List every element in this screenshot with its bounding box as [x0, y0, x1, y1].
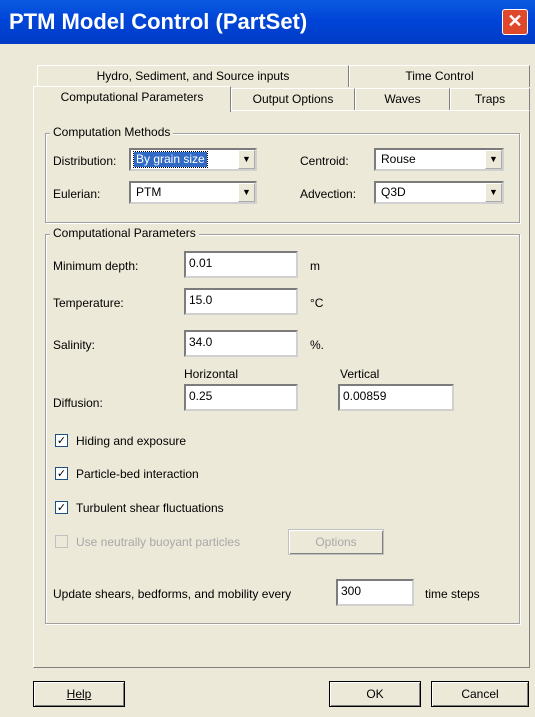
tab-output-options[interactable]: Output Options — [231, 88, 355, 110]
tab-time-control[interactable]: Time Control — [349, 65, 530, 87]
eulerian-select[interactable]: PTM ▼ — [129, 181, 257, 204]
centroid-select[interactable]: Rouse ▼ — [374, 148, 504, 171]
diffusion-label: Diffusion: — [53, 396, 103, 410]
chevron-down-icon[interactable]: ▼ — [238, 183, 255, 202]
tab-computational-parameters[interactable]: Computational Parameters — [33, 86, 231, 112]
eulerian-value: PTM — [136, 185, 162, 199]
computation-methods-group — [45, 133, 520, 223]
hiding-exposure-label[interactable]: Hiding and exposure — [76, 434, 186, 448]
horizontal-diffusion-input[interactable]: 0.25 — [184, 384, 298, 411]
vertical-diffusion-input[interactable]: 0.00859 — [338, 384, 454, 411]
update-unit: time steps — [425, 587, 480, 601]
computation-methods-title: Computation Methods — [50, 125, 174, 139]
advection-label: Advection: — [300, 187, 357, 201]
neutrally-buoyant-label: Use neutrally buoyant particles — [76, 535, 241, 549]
hiding-exposure-checkbox[interactable]: ✓ — [55, 434, 68, 447]
centroid-value: Rouse — [381, 152, 416, 166]
tab-panel: Computation Methods Distribution: By gra… — [33, 110, 530, 668]
advection-value: Q3D — [381, 185, 406, 199]
dialog-window: PTM Model Control (PartSet) ✕ Hydro, Sed… — [0, 0, 535, 717]
tab-waves[interactable]: Waves — [355, 88, 450, 110]
chevron-down-icon[interactable]: ▼ — [485, 150, 502, 169]
distribution-value: By grain size — [133, 151, 208, 168]
eulerian-label: Eulerian: — [53, 187, 101, 201]
distribution-label: Distribution: — [53, 154, 117, 168]
horizontal-header: Horizontal — [184, 367, 239, 381]
salinity-label: Salinity: — [53, 338, 96, 352]
ok-button[interactable]: OK — [329, 681, 421, 707]
help-button-label: Help — [66, 687, 92, 701]
tab-hydro-sediment-source[interactable]: Hydro, Sediment, and Source inputs — [37, 65, 349, 87]
computational-parameters-title: Computational Parameters — [50, 226, 199, 240]
centroid-label: Centroid: — [300, 154, 349, 168]
tab-traps[interactable]: Traps — [450, 88, 530, 110]
temperature-unit: °C — [310, 296, 324, 310]
salinity-unit: %. — [310, 338, 325, 352]
title-bar[interactable]: PTM Model Control (PartSet) ✕ — [0, 0, 535, 44]
options-button[interactable]: Options — [288, 529, 384, 555]
chevron-down-icon[interactable]: ▼ — [485, 183, 502, 202]
close-icon[interactable]: ✕ — [502, 9, 528, 35]
temperature-label: Temperature: — [53, 296, 124, 310]
turbulent-shear-checkbox[interactable]: ✓ — [55, 501, 68, 514]
particle-bed-checkbox[interactable]: ✓ — [55, 467, 68, 480]
salinity-input[interactable]: 34.0 — [184, 330, 298, 357]
turbulent-shear-label[interactable]: Turbulent shear fluctuations — [76, 501, 224, 515]
min-depth-unit: m — [310, 259, 320, 273]
update-steps-input[interactable]: 300 — [336, 579, 414, 606]
distribution-select[interactable]: By grain size ▼ — [129, 148, 257, 171]
help-button[interactable]: Help — [33, 681, 125, 707]
chevron-down-icon[interactable]: ▼ — [238, 150, 255, 169]
temperature-input[interactable]: 15.0 — [184, 288, 298, 315]
vertical-header: Vertical — [340, 367, 380, 381]
min-depth-input[interactable]: 0.01 — [184, 251, 298, 278]
particle-bed-label[interactable]: Particle-bed interaction — [76, 467, 199, 481]
neutrally-buoyant-checkbox[interactable] — [55, 535, 68, 548]
advection-select[interactable]: Q3D ▼ — [374, 181, 504, 204]
update-label: Update shears, bedforms, and mobility ev… — [53, 587, 292, 601]
window-title: PTM Model Control (PartSet) — [9, 9, 308, 34]
min-depth-label: Minimum depth: — [53, 259, 139, 273]
cancel-button[interactable]: Cancel — [431, 681, 529, 707]
